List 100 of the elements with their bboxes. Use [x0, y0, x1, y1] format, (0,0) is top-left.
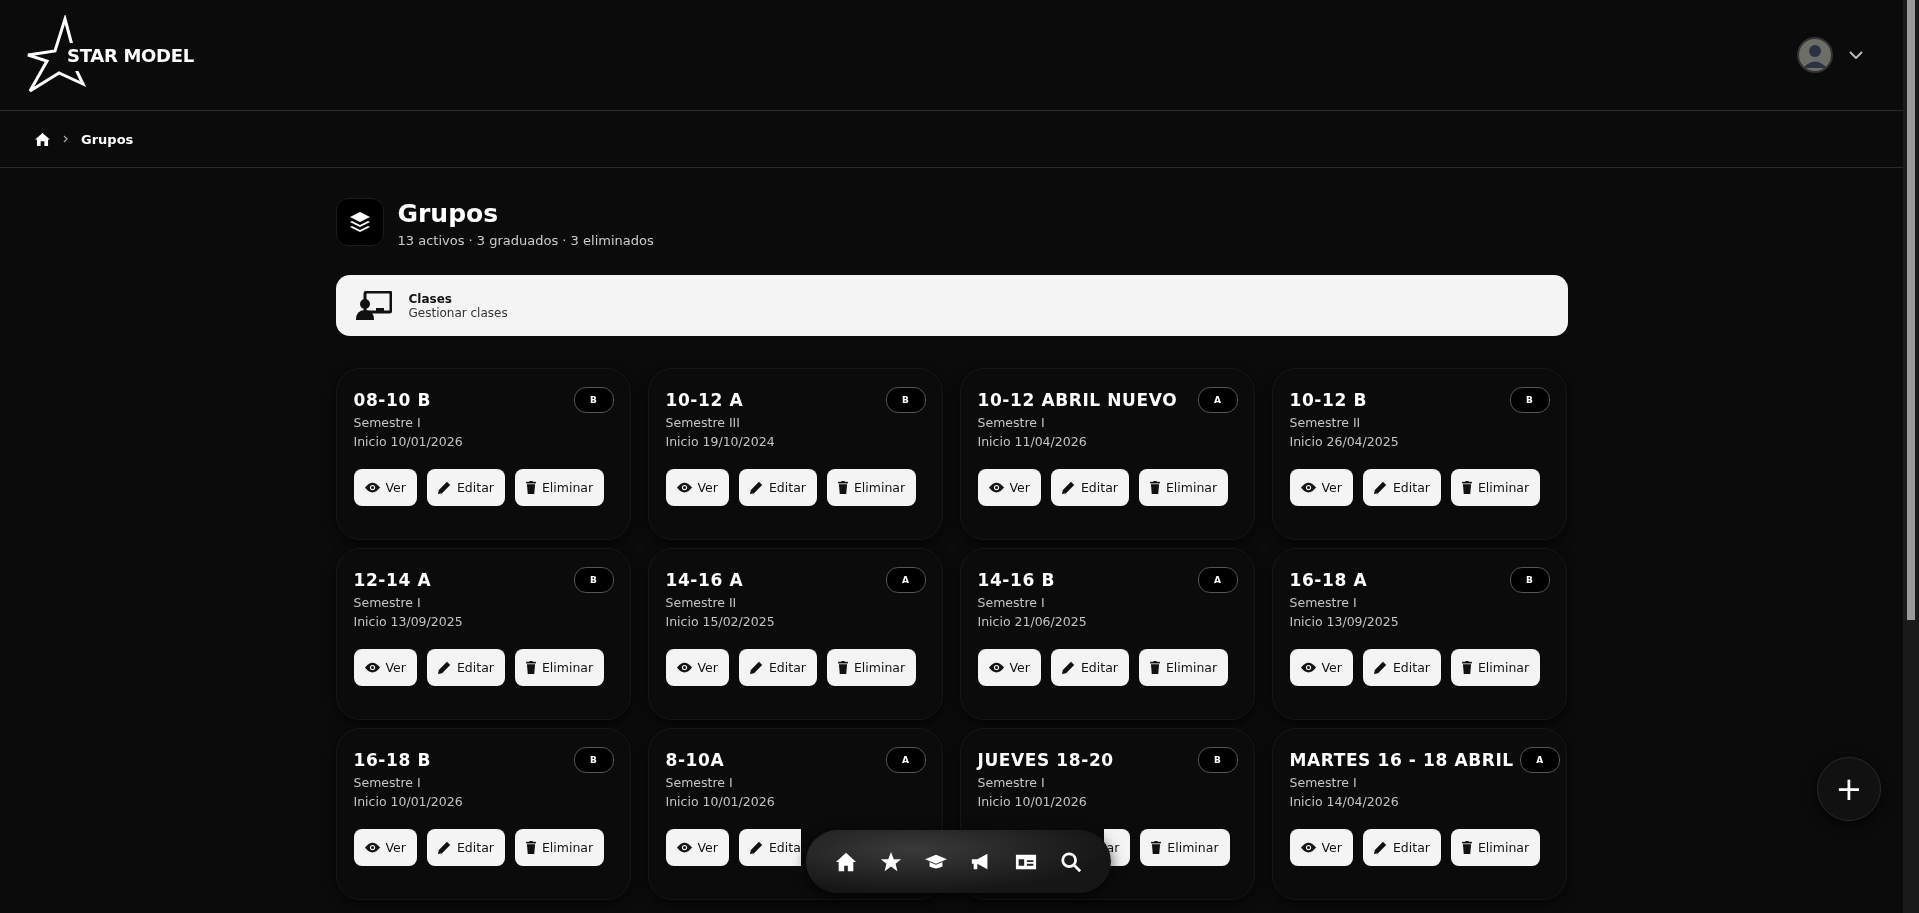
edit-button[interactable]: Editar: [426, 829, 505, 866]
eye-icon: [364, 482, 380, 493]
semester-text: Semestre I: [1289, 594, 1358, 612]
pencil-icon: [749, 481, 763, 494]
start-date-text: Inicio 11/04/2026: [977, 433, 1088, 451]
pencil-icon: [1373, 661, 1387, 674]
view-button[interactable]: Ver: [1289, 649, 1353, 686]
eye-icon: [1300, 662, 1316, 673]
delete-button[interactable]: Eliminar: [1450, 469, 1541, 506]
delete-button[interactable]: Eliminar: [1450, 649, 1541, 686]
start-date-text: Inicio 14/04/2026: [1289, 793, 1400, 811]
semester-text: Semestre III: [665, 414, 741, 432]
start-date-text: Inicio 10/01/2026: [665, 793, 776, 811]
group-name: 10-12 A: [665, 390, 744, 410]
start-date-text: Inicio 21/06/2025: [977, 613, 1088, 631]
level-badge: A: [1197, 567, 1238, 593]
semester-text: Semestre I: [353, 594, 422, 612]
edit-button[interactable]: Editar: [1362, 649, 1441, 686]
level-badge: B: [573, 387, 614, 413]
chevron-right-icon: [63, 135, 68, 143]
view-button[interactable]: Ver: [353, 829, 417, 866]
start-date-text: Inicio 13/09/2025: [1289, 613, 1400, 631]
layers-icon: [335, 198, 384, 246]
delete-button[interactable]: Eliminar: [514, 469, 605, 506]
view-button[interactable]: Ver: [977, 649, 1041, 686]
pencil-icon: [437, 661, 451, 674]
eye-icon: [676, 842, 692, 853]
trash-icon: [1461, 661, 1472, 674]
trash-icon: [837, 661, 848, 674]
start-date-text: Inicio 13/09/2025: [353, 613, 464, 631]
chevron-down-icon[interactable]: [1849, 51, 1863, 59]
view-button[interactable]: Ver: [1289, 469, 1353, 506]
view-button[interactable]: Ver: [665, 649, 729, 686]
view-button[interactable]: Ver: [353, 469, 417, 506]
eye-icon: [676, 482, 692, 493]
edit-button[interactable]: Edita: [738, 829, 801, 866]
delete-button[interactable]: Eliminar: [514, 649, 605, 686]
view-button[interactable]: Ver: [1289, 829, 1353, 866]
semester-text: Semestre I: [1289, 774, 1358, 792]
trash-icon: [525, 661, 536, 674]
delete-button[interactable]: Eliminar: [1138, 469, 1229, 506]
edit-button[interactable]: Editar: [426, 649, 505, 686]
group-name: JUEVES 18-20: [977, 750, 1114, 770]
view-button[interactable]: Ver: [977, 469, 1041, 506]
scrollbar[interactable]: [1903, 0, 1919, 913]
delete-button[interactable]: Eliminar: [514, 829, 605, 866]
view-button[interactable]: Ver: [353, 649, 417, 686]
edit-button[interactable]: Editar: [1050, 469, 1129, 506]
delete-button[interactable]: Eliminar: [1140, 829, 1230, 866]
eye-icon: [364, 842, 380, 853]
semester-text: Semestre II: [1289, 414, 1362, 432]
edit-button[interactable]: Editar: [738, 649, 817, 686]
delete-button[interactable]: Eliminar: [1450, 829, 1541, 866]
pencil-icon: [1061, 481, 1075, 494]
pencil-icon: [749, 841, 763, 854]
avatar-icon[interactable]: [1797, 37, 1833, 73]
teacher-board-icon: [355, 290, 392, 321]
start-date-text: Inicio 15/02/2025: [665, 613, 776, 631]
home-icon[interactable]: [835, 850, 858, 873]
group-name: 16-18 B: [353, 750, 431, 770]
group-name: 14-16 B: [977, 570, 1055, 590]
page-title: Grupos: [397, 198, 500, 230]
trash-icon: [1461, 481, 1472, 494]
edit-button[interactable]: Editar: [1362, 469, 1441, 506]
view-button[interactable]: Ver: [665, 469, 729, 506]
pencil-icon: [437, 481, 451, 494]
edit-button[interactable]: Editar: [1050, 649, 1129, 686]
edit-button[interactable]: Editar: [426, 469, 505, 506]
delete-button[interactable]: Eliminar: [826, 649, 917, 686]
edit-button[interactable]: Editar: [738, 469, 817, 506]
eye-icon: [1300, 842, 1316, 853]
semester-text: Semestre I: [977, 414, 1046, 432]
search-icon[interactable]: [1059, 850, 1082, 873]
pencil-icon: [1061, 661, 1075, 674]
shortcut-title: Clases: [408, 291, 453, 306]
trash-icon: [1461, 841, 1472, 854]
eye-icon: [1300, 482, 1316, 493]
level-badge: B: [885, 387, 926, 413]
trash-icon: [837, 481, 848, 494]
pencil-icon: [749, 661, 763, 674]
delete-button[interactable]: Eliminar: [826, 469, 917, 506]
start-date-text: Inicio 10/01/2026: [977, 793, 1088, 811]
eye-icon: [988, 662, 1004, 673]
star-icon[interactable]: [880, 850, 903, 873]
trash-icon: [1149, 661, 1160, 674]
group-name: 12-14 A: [353, 570, 432, 590]
classes-card[interactable]: Clases Gestionar clases: [335, 275, 1568, 336]
group-name: 8-10A: [665, 750, 725, 770]
level-badge: A: [1519, 747, 1560, 773]
level-badge: B: [1509, 387, 1550, 413]
level-badge: B: [573, 567, 614, 593]
start-date-text: Inicio 19/10/2024: [665, 433, 776, 451]
semester-text: Semestre I: [353, 414, 422, 432]
delete-button[interactable]: Eliminar: [1138, 649, 1229, 686]
view-button[interactable]: Ver: [665, 829, 729, 866]
add-button[interactable]: +: [1817, 757, 1881, 821]
level-badge: A: [1197, 387, 1238, 413]
home-icon[interactable]: [35, 132, 50, 146]
edit-button[interactable]: Editar: [1362, 829, 1441, 866]
level-badge: B: [1509, 567, 1550, 593]
